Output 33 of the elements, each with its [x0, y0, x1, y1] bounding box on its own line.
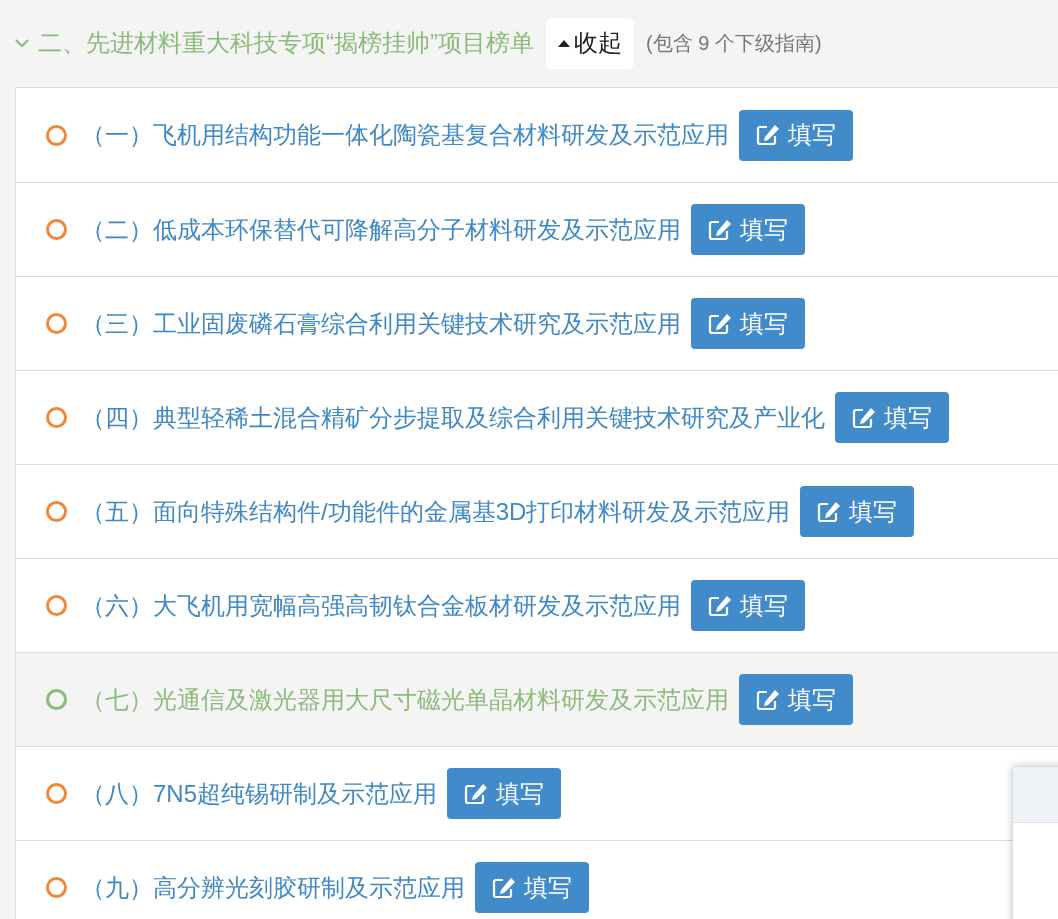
edit-icon	[756, 688, 780, 711]
fill-in-button[interactable]: 填写	[800, 486, 915, 537]
fill-in-button[interactable]: 填写	[835, 392, 949, 443]
edit-icon	[756, 124, 780, 146]
guide-count: (包含 9 个下级指南)	[646, 31, 822, 56]
fill-in-button[interactable]: 填写	[691, 298, 805, 349]
guide-title[interactable]: （三）工业固废磷石膏综合利用关键技术研究及示范应用	[81, 305, 681, 342]
guide-title[interactable]: （九）高分辨光刻胶研制及示范应用	[81, 869, 465, 906]
edit-icon	[708, 594, 732, 617]
fill-in-button[interactable]: 填写	[691, 204, 805, 255]
guide-title[interactable]: （八）7N5超纯锡研制及示范应用	[81, 775, 438, 812]
fill-in-button[interactable]: 填写	[691, 580, 805, 631]
guide-title[interactable]: （五）面向特殊结构件/功能件的金属基3D打印材料研发及示范应用	[81, 493, 791, 530]
guide-title[interactable]: （一）飞机用结构功能一体化陶瓷基复合材料研发及示范应用	[81, 117, 729, 153]
guide-row[interactable]: （七）光通信及激光器用大尺寸磁光单晶材料研发及示范应用 填写	[16, 652, 1058, 746]
guide-title[interactable]: （七）光通信及激光器用大尺寸磁光单晶材料研发及示范应用	[81, 681, 729, 718]
edit-icon	[464, 782, 489, 805]
edit-icon	[817, 500, 842, 523]
caret-icon	[558, 39, 570, 47]
edit-icon	[852, 406, 876, 429]
guide-title[interactable]: （六）大飞机用宽幅高强高韧钛合金板材研发及示范应用	[81, 587, 681, 624]
edit-icon	[492, 876, 516, 899]
fill-in-button[interactable]: 填写	[447, 768, 562, 819]
fill-in-button[interactable]: 填写	[739, 674, 853, 725]
edit-icon	[708, 218, 732, 241]
fill-in-button[interactable]: 填写	[739, 109, 853, 161]
fill-in-button[interactable]: 填写	[475, 862, 589, 913]
chevron-icon[interactable]	[14, 37, 30, 49]
guide-title[interactable]: （四）典型轻稀土混合精矿分步提取及综合利用关键技术研究及产业化	[81, 399, 825, 436]
edit-icon	[708, 312, 732, 335]
collapse-button[interactable]: 收起	[546, 17, 634, 69]
guide-title[interactable]: （二）低成本环保替代可降解高分子材料研发及示范应用	[81, 211, 681, 248]
section-title: 二、先进材料重大科技专项“揭榜挂帅”项目榜单	[38, 28, 534, 58]
